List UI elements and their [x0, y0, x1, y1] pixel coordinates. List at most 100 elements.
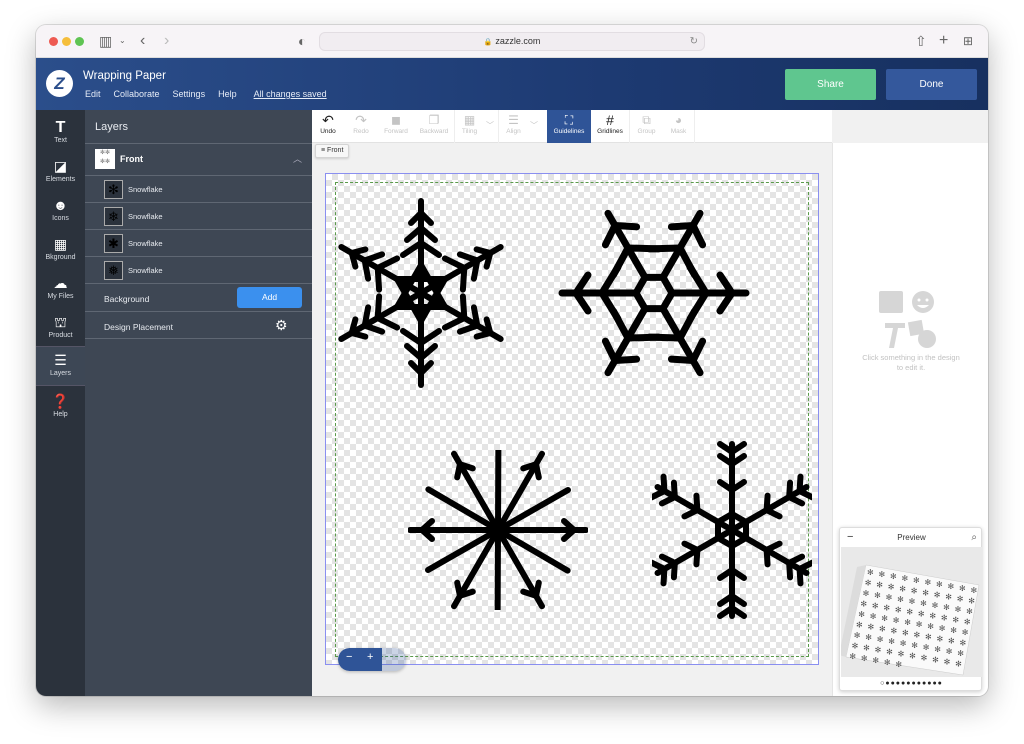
preview-snowflake: ✻ [886, 593, 893, 602]
preview-snowflake: ✻ [852, 642, 859, 651]
chevron-down-icon[interactable]: ⌄ [119, 32, 126, 50]
undo-button[interactable]: ↶ Undo [312, 110, 344, 143]
preview-snowflake: ✻ [923, 643, 930, 652]
address-bar[interactable]: 🔒 zazzle.com ↻ [319, 32, 705, 51]
rail-item-text[interactable]: T Text [36, 114, 85, 152]
snowflake-3[interactable] [408, 450, 588, 610]
preview-snowflake: ✻ [957, 595, 964, 604]
text-icon: T [55, 119, 66, 136]
share-button[interactable]: Share [785, 69, 876, 100]
minimize-preview-button[interactable]: − [847, 528, 853, 547]
snowflake-4[interactable] [652, 440, 812, 620]
product-preview-image[interactable]: ✻ ✻ ✻ ✻ ✻ ✻ ✻ ✻ ✻ ✻ ✻ ✻ ✻ ✻ ✻ ✻ ✻ ✻ ✻ ✻ ✻ ✻ ✻ ✻ ✻ ✻ ✻ ✻ ✻ ✻ ✻ ✻ ✻ ✻ ✻ ✻ ✻ ✻ ✻ ✻… [841, 547, 982, 677]
preview-snowflake: ✻ [900, 639, 907, 648]
redo-button[interactable]: ↷ Redo [344, 110, 378, 143]
design-artboard[interactable] [325, 173, 819, 665]
zoom-out-button[interactable]: − [346, 651, 352, 663]
layer-item[interactable]: ❄ Snowflake [85, 202, 312, 229]
menu-edit[interactable]: Edit [85, 89, 101, 99]
preview-snowflake: ✻ [904, 618, 911, 627]
lock-icon: 🔒 [483, 39, 493, 46]
privacy-shield-icon[interactable]: ◐ [298, 32, 306, 50]
done-button[interactable]: Done [886, 69, 977, 100]
menu-settings[interactable]: Settings [173, 89, 206, 99]
menu-collaborate[interactable]: Collaborate [114, 89, 160, 99]
layer-item[interactable]: ✻ Snowflake [85, 175, 312, 202]
guidelines-toggle[interactable]: ⛶ Guidelines [547, 110, 591, 143]
send-backward-icon: ❐ [428, 113, 440, 127]
grid-icon: # [606, 112, 614, 128]
gridlines-toggle[interactable]: # Gridlines [591, 110, 629, 143]
elements-icon: ◪ [53, 158, 68, 174]
sidebar-toggle-icon[interactable]: ▥ [99, 32, 112, 50]
back-icon[interactable]: ‹ [140, 32, 145, 50]
group-button[interactable]: ⧉ Group [629, 110, 663, 143]
layer-group-front[interactable]: ✻✻ ✻✻ Front ︿ [85, 143, 312, 175]
tool-label: Gridlines [597, 128, 623, 135]
tool-label: Backward [419, 128, 449, 135]
forward-icon[interactable]: › [164, 32, 169, 50]
snowflake-2[interactable] [558, 209, 750, 377]
hint-line: to edit it. [896, 363, 926, 372]
layer-item[interactable]: ✱ Snowflake [85, 229, 312, 256]
rail-item-help[interactable]: ❓ Help [36, 388, 85, 426]
zazzle-logo[interactable]: Z [46, 70, 73, 97]
chevron-down-icon: ﹀ [530, 121, 538, 130]
chevron-up-icon[interactable]: ︿ [293, 152, 302, 165]
save-status-link[interactable]: All changes saved [254, 89, 327, 99]
gear-icon[interactable]: ⚙ [275, 317, 288, 334]
zoom-buttons: − + [338, 648, 382, 671]
tab-overview-icon[interactable]: ⊞ [963, 32, 973, 50]
forward-button[interactable]: ◼ Forward [378, 110, 414, 143]
mask-button[interactable]: ◕ Mask [663, 110, 695, 143]
redo-icon: ↷ [355, 112, 367, 128]
layer-label: Snowflake [128, 185, 163, 194]
preview-pagination[interactable]: ○●●●●●●●●●●● [840, 680, 983, 687]
upload-cloud-icon: ☁ [53, 275, 68, 291]
minimize-window-button[interactable] [62, 37, 71, 46]
rail-item-layers[interactable]: ☰ Layers [36, 346, 85, 386]
preview-snowflake: ✻ [934, 645, 941, 654]
preview-page-dot[interactable]: ● [938, 680, 943, 687]
close-window-button[interactable] [49, 37, 58, 46]
align-dropdown[interactable]: ☰ Align ﹀ [498, 110, 542, 143]
preview-snowflake: ✻ [911, 587, 918, 596]
zoom-in-button[interactable]: + [367, 651, 373, 663]
side-selector-chip[interactable]: ≡ Front [315, 144, 350, 158]
zoom-window-button[interactable] [75, 37, 84, 46]
preview-snowflake: ✻ [906, 608, 913, 617]
tool-label: Tiling [461, 128, 478, 135]
chevron-down-icon: ﹀ [486, 121, 494, 130]
tiling-icon: ▦ [463, 113, 476, 127]
preview-snowflake: ✻ [913, 576, 920, 585]
backward-button[interactable]: ❐ Backward [414, 110, 454, 143]
design-placement-row[interactable]: Design Placement ⚙ [85, 311, 312, 339]
preview-snowflake: ✻ [927, 622, 934, 631]
preview-snowflake: ✻ [932, 601, 939, 610]
tiling-dropdown[interactable]: ▦ Tiling ﹀ [454, 110, 498, 143]
rail-item-elements[interactable]: ◪ Elements [36, 153, 85, 191]
preview-snowflake: ✻ [922, 589, 929, 598]
magnify-icon[interactable]: ⌕ [971, 528, 977, 547]
preview-snowflake: ✻ [890, 572, 897, 581]
rail-item-background[interactable]: ▦ Bkground [36, 231, 85, 269]
preview-snowflake: ✻ [870, 612, 877, 621]
snowflake-1[interactable] [336, 196, 506, 391]
zoom-control: − + [338, 648, 406, 671]
preview-snowflake: ✻ [932, 656, 939, 665]
preview-snowflake: ✻ [960, 639, 967, 648]
smiley-icon: ☻ [53, 197, 68, 213]
layer-item[interactable]: ❅ Snowflake [85, 256, 312, 283]
reload-icon[interactable]: ↻ [690, 33, 698, 50]
snowflake-thumbnail: ❄ [104, 207, 123, 226]
snowflake-thumbnail: ❅ [104, 261, 123, 280]
share-icon[interactable]: ⇧ [915, 32, 927, 50]
preview-snowflake: ✻ [921, 654, 928, 663]
rail-item-icons[interactable]: ☻ Icons [36, 192, 85, 230]
new-tab-icon[interactable]: + [939, 32, 948, 50]
rail-item-my-files[interactable]: ☁ My Files [36, 270, 85, 308]
preview-snowflake: ✻ [950, 626, 957, 635]
rail-item-product[interactable]: ⛫ Product [36, 309, 85, 347]
menu-help[interactable]: Help [218, 89, 237, 99]
add-background-button[interactable]: Add [237, 287, 302, 308]
